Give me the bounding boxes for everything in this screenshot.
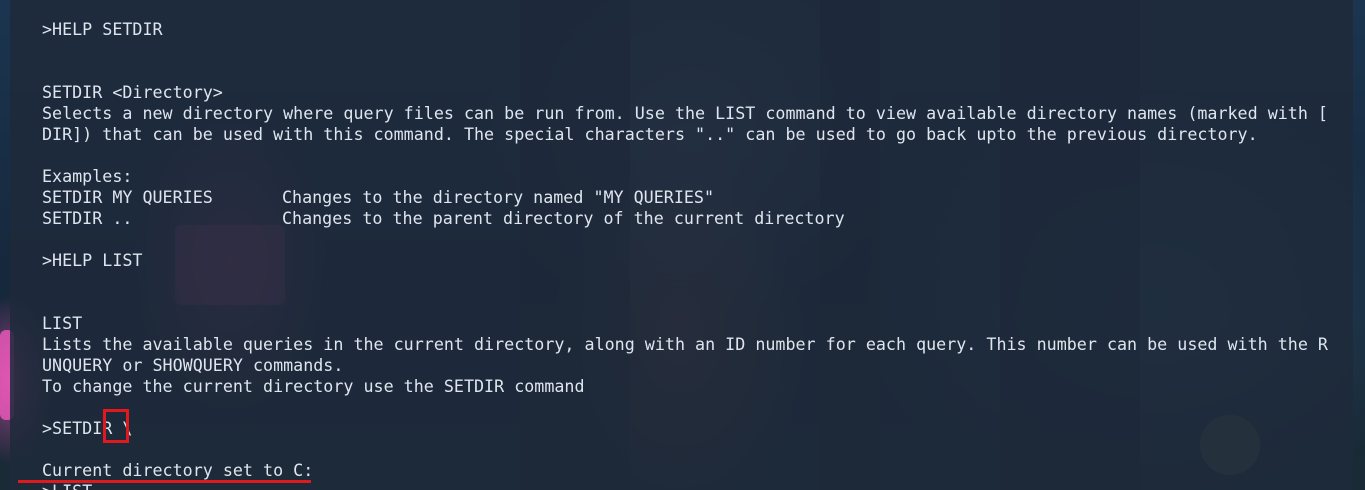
terminal-text-line: Examples: — [42, 166, 133, 186]
example-description: Changes to the parent directory of the c… — [282, 208, 845, 228]
terminal-text-line: UNQUERY or SHOWQUERY commands. — [42, 355, 344, 375]
example-command: SETDIR .. — [42, 208, 133, 228]
terminal-command-line: >SETDIR \ — [42, 418, 133, 438]
example-command: SETDIR MY QUERIES — [42, 187, 213, 207]
terminal-output: >HELP SETDIR SETDIR <Directory> Selects a… — [42, 19, 1328, 490]
terminal-text-line: Lists the available queries in the curre… — [42, 334, 1328, 354]
terminal-command-line: >HELP LIST — [42, 250, 143, 270]
terminal-example-line: SETDIR .. Changes to the parent directory… — [42, 208, 1328, 229]
terminal-example-line: SETDIR MY QUERIES Changes to the director… — [42, 187, 1328, 208]
terminal-text-line: SETDIR <Directory> — [42, 82, 223, 102]
current-directory-underline — [18, 480, 311, 483]
terminal-result-line: Current directory set to C: — [42, 460, 314, 480]
terminal-text-line: Selects a new directory where query file… — [42, 103, 1328, 123]
terminal-text-line: To change the current directory use the … — [42, 376, 585, 396]
terminal-text-line: DIR]) that can be used with this command… — [42, 124, 1258, 144]
terminal-text-line: LIST — [42, 313, 83, 333]
terminal-command-line: >HELP SETDIR — [42, 19, 163, 39]
terminal-window[interactable]: >HELP SETDIR SETDIR <Directory> Selects a… — [10, 0, 1353, 490]
example-description: Changes to the directory named "MY QUERI… — [282, 187, 715, 207]
